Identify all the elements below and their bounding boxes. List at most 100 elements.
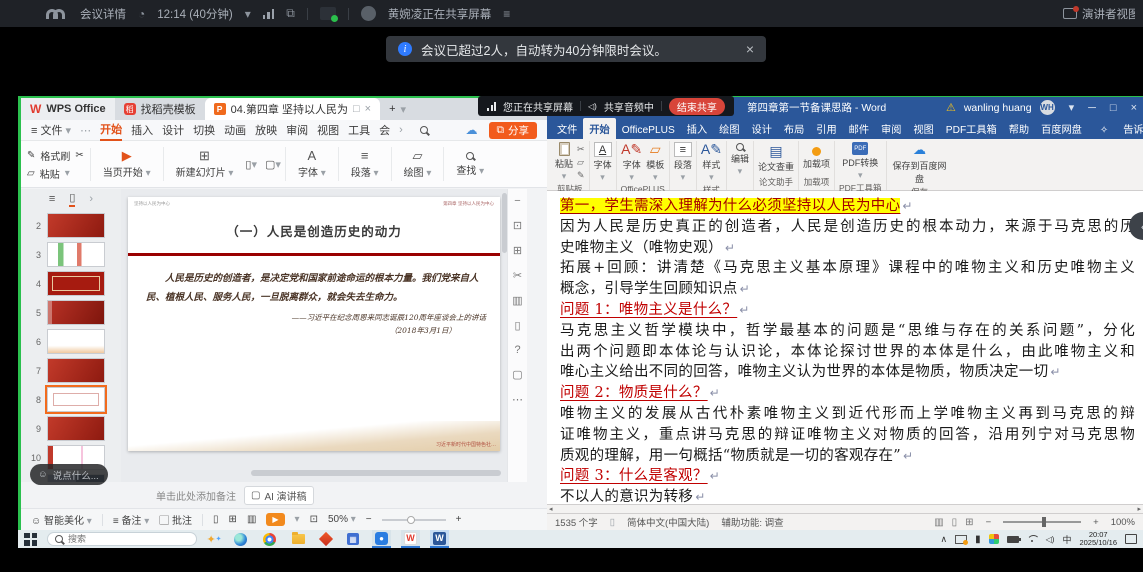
word-zoom-level[interactable]: 100% <box>1111 517 1135 528</box>
tab-design[interactable]: 设计 <box>746 118 778 139</box>
word-maximize-button[interactable]: □ <box>1110 102 1117 114</box>
collapse-icon[interactable]: − <box>514 195 520 207</box>
stop-share-button[interactable]: 结束共享 <box>669 98 725 115</box>
slide-thumbnail[interactable]: 5 <box>31 300 117 325</box>
warning-icon[interactable]: ⚠ <box>946 101 956 114</box>
account-name[interactable]: wanling huang <box>964 102 1032 114</box>
taskbar-word[interactable]: W <box>430 530 449 548</box>
speaker-view-label[interactable]: 演讲者视图 <box>1082 6 1135 22</box>
ai-speech-button[interactable]: ▢AI 演讲稿 <box>244 486 314 505</box>
tab-file[interactable]: 文件 <box>551 118 583 139</box>
play-from-page-button[interactable]: ▶当页开始 ▾ <box>95 149 159 179</box>
read-mode-icon[interactable]: ▥ <box>934 517 943 528</box>
wps-zoom-slider[interactable] <box>382 519 446 521</box>
smart-beautify-button[interactable]: ☺ 智能美化 ▾ <box>31 512 92 527</box>
search-input[interactable] <box>68 534 168 544</box>
taskbar-calculator[interactable]: ▦ <box>344 530 362 548</box>
scroll-right-icon[interactable]: ▸ <box>1137 505 1141 513</box>
notes-toggle[interactable]: ≡ 备注 ▾ <box>113 512 149 527</box>
web-layout-icon[interactable]: ⊞ <box>965 517 973 528</box>
draw-button[interactable]: ▱绘图 ▾ <box>396 149 440 179</box>
image-icon[interactable]: ▯ <box>514 319 520 332</box>
help-icon[interactable]: ? <box>514 344 520 356</box>
menu-item-view[interactable]: 视图 <box>317 122 339 138</box>
meeting-chat-bubble[interactable]: ☺ 说点什么... <box>30 464 108 485</box>
cut-icon[interactable]: ✂ <box>577 144 585 155</box>
menu-item-transition[interactable]: 切换 <box>193 122 215 138</box>
docer-template-tab[interactable]: 稻 找稻壳模板 <box>115 98 205 120</box>
taskbar-app-diamond[interactable] <box>318 530 334 548</box>
officeplus-font-button[interactable]: A✎字体▾ <box>621 142 642 183</box>
edit-button[interactable]: 编辑▾ <box>731 143 749 177</box>
zoom-out-icon[interactable]: − <box>366 514 372 525</box>
current-slide[interactable]: 坚持以人民为中心 第四章 坚持以人民为中心 （一）人民是创造历史的动力 人民是历… <box>128 197 500 451</box>
active-document-tab[interactable]: P 04.第四章 坚持以人民为 □ × <box>205 98 380 120</box>
meeting-details-button[interactable]: 会议详情 <box>80 6 126 22</box>
panel-expand-icon[interactable]: › <box>89 193 93 205</box>
display-tray-icon[interactable] <box>955 535 967 544</box>
tab-view[interactable]: 视图 <box>907 118 939 139</box>
tab-insert[interactable]: 插入 <box>681 118 713 139</box>
more-tools-icon[interactable]: ⋯ <box>512 393 523 406</box>
normal-view-icon[interactable]: ▯ <box>213 514 219 525</box>
slideshow-play-button[interactable]: ▶ <box>266 513 284 526</box>
layout-tools-icon[interactable]: ⊞ <box>513 244 522 257</box>
banner-close-icon[interactable]: × <box>746 41 754 57</box>
word-close-button[interactable]: × <box>1131 102 1137 114</box>
menu-item-tools[interactable]: 工具 <box>348 122 370 138</box>
slide-thumbnail[interactable]: 9 <box>31 416 117 441</box>
ime-indicator[interactable]: 中 <box>1062 533 1071 546</box>
word-zoom-slider[interactable] <box>1003 521 1081 523</box>
taskbar-explorer[interactable] <box>289 530 308 548</box>
tab-home[interactable]: 开始 <box>583 118 615 139</box>
tab-layout[interactable]: 布局 <box>778 118 810 139</box>
ribbon-options-icon[interactable]: ▾ <box>1069 101 1075 114</box>
tell-me[interactable]: ✧ 告诉我 <box>1088 118 1143 139</box>
language-status[interactable]: 简体中文(中国大陆) <box>627 515 709 529</box>
new-tab-button[interactable]: + ▾ <box>380 98 415 120</box>
tab-pin-icon[interactable]: □ <box>353 103 360 115</box>
time-chevron-icon[interactable]: ▾ <box>245 7 251 21</box>
menu-item-animation[interactable]: 动画 <box>224 122 246 138</box>
scroll-left-icon[interactable]: ◂ <box>549 505 553 513</box>
reading-view-icon[interactable]: ▥ <box>247 514 256 525</box>
fit-icon[interactable]: ⊡ <box>310 514 318 525</box>
menu-item-insert[interactable]: 插入 <box>131 122 153 138</box>
wps-home-tab[interactable]: W WPS Office <box>21 98 115 120</box>
search-icon[interactable] <box>420 126 428 134</box>
accessibility-status[interactable]: 辅助功能: 调查 <box>721 515 783 529</box>
menu-item-member[interactable]: 会 <box>379 122 390 138</box>
taskbar-meeting-app[interactable]: ● <box>372 530 391 548</box>
plagiarism-check-button[interactable]: ▤论文查重 <box>758 144 794 173</box>
slide-thumbnail[interactable]: 6 <box>31 329 117 354</box>
menu-more-icon[interactable]: ⋯ <box>80 124 91 137</box>
wps-horizontal-scrollbar[interactable] <box>251 470 501 476</box>
print-layout-icon[interactable]: ▯ <box>952 517 958 528</box>
template-button[interactable]: ▱模板▾ <box>646 142 664 183</box>
tab-pdf-toolbox[interactable]: PDF工具箱 <box>940 118 1003 139</box>
wifi-icon[interactable] <box>1027 535 1038 543</box>
share-list-icon[interactable]: ≡ <box>503 7 510 21</box>
tab-review[interactable]: 审阅 <box>875 118 907 139</box>
clock[interactable]: 20:07 2025/10/16 <box>1079 531 1117 548</box>
wps-file-menu[interactable]: ≡ 文件 ▾ <box>31 122 71 138</box>
paragraph-button[interactable]: ≡段落 ▾ <box>343 149 387 179</box>
slide-thumbnail[interactable]: 4 <box>31 271 117 296</box>
word-paragraph-button[interactable]: ≡段落▾ <box>674 142 692 183</box>
taskbar-edge[interactable] <box>231 530 250 548</box>
slide-thumbnail[interactable]: 7 <box>31 358 117 383</box>
chart-icon[interactable]: ▥ <box>512 294 522 307</box>
word-font-button[interactable]: A字体▾ <box>594 142 612 183</box>
slide-thumbnail-current[interactable]: 8 <box>31 387 117 412</box>
tab-mailings[interactable]: 邮件 <box>843 118 875 139</box>
font-button[interactable]: A字体 ▾ <box>290 149 334 179</box>
microphone-tray-icon[interactable]: ▮ <box>975 534 981 545</box>
new-slide-button[interactable]: ⊞新建幻灯片 ▾ <box>168 149 242 179</box>
taskbar-chrome[interactable] <box>260 530 279 548</box>
format-painter-button[interactable]: ✎格式刷✂ <box>27 148 84 163</box>
slide-thumbnail[interactable]: 3 <box>31 242 117 267</box>
word-paste-button[interactable]: 粘贴▾ <box>555 142 573 182</box>
addins-button[interactable]: 加载项 <box>803 147 830 170</box>
copilot-icon[interactable]: ✦✦ <box>207 532 221 546</box>
menu-item-slideshow[interactable]: 放映 <box>255 122 277 138</box>
